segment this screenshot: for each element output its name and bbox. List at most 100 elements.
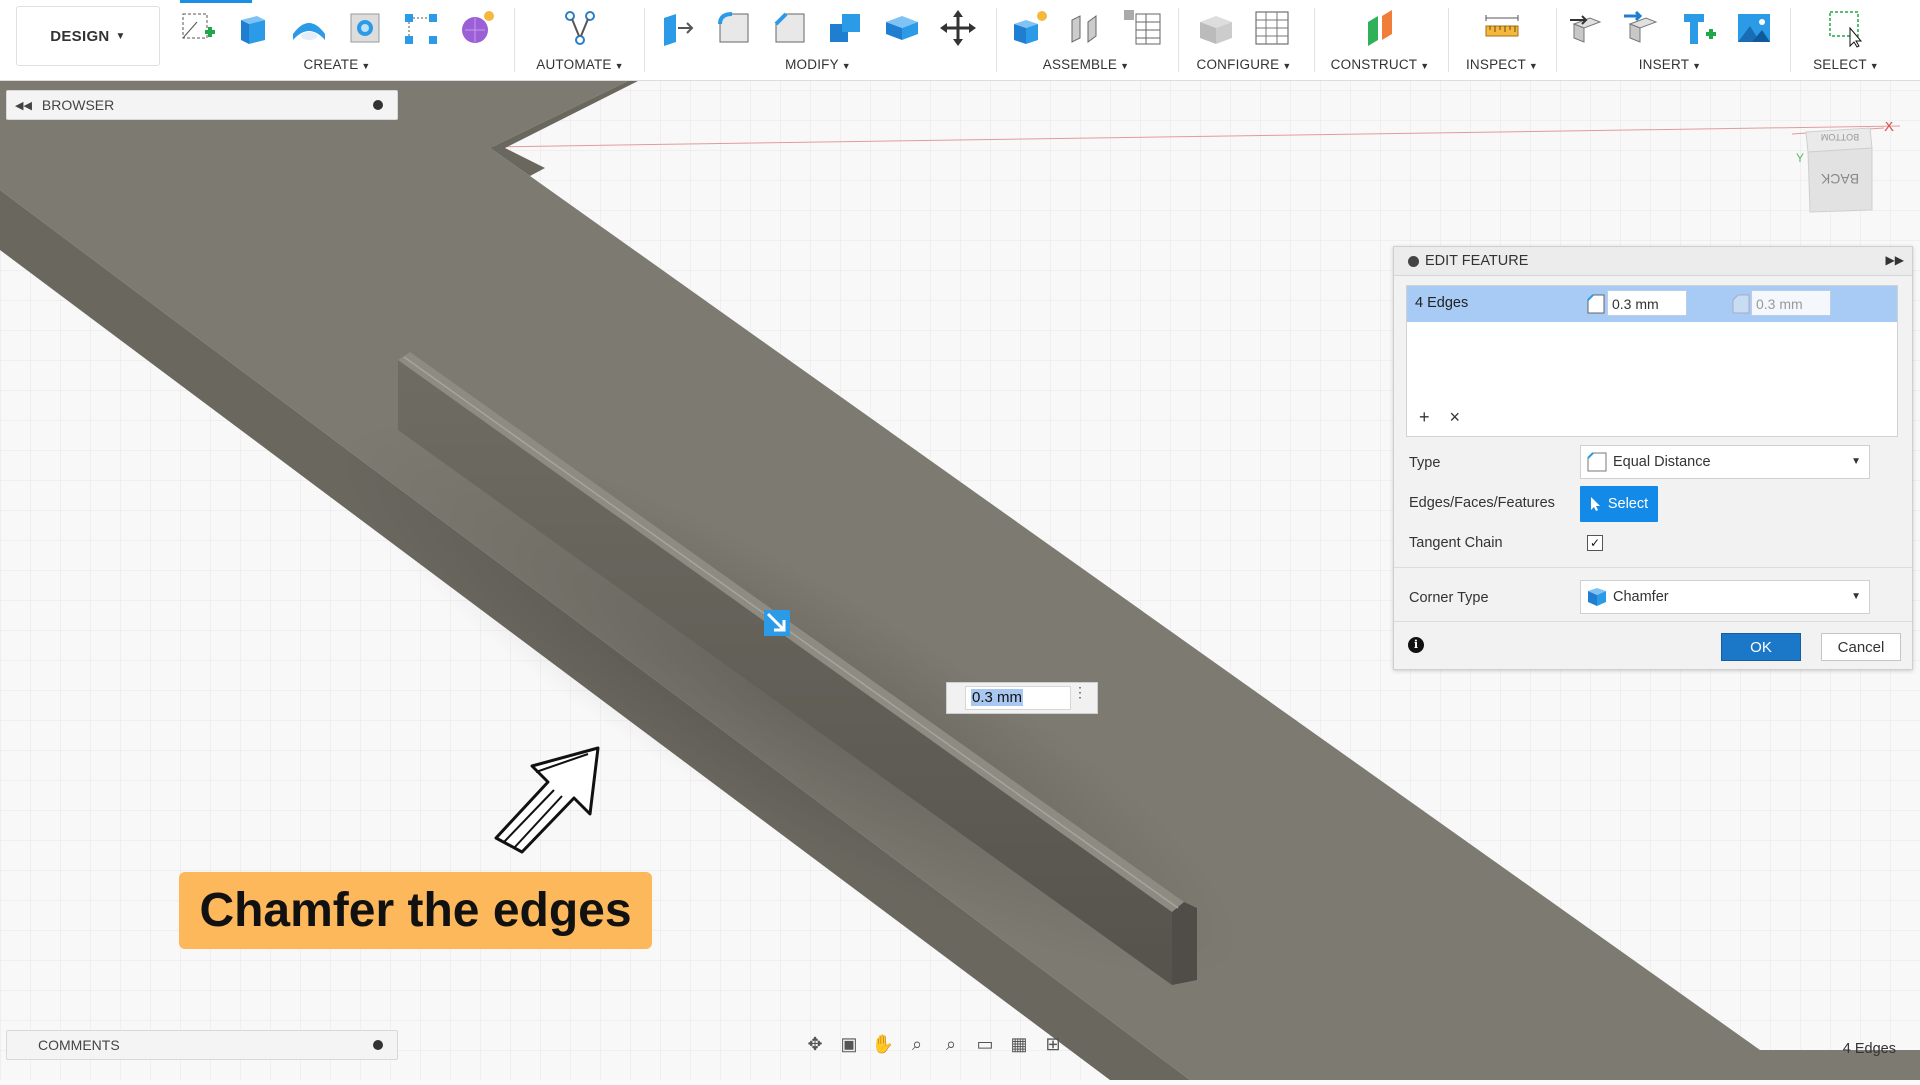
configuration-table-icon[interactable] bbox=[1251, 6, 1293, 50]
chevron-down-icon: ▼ bbox=[1851, 456, 1861, 467]
distance-one-icon bbox=[1587, 294, 1605, 314]
comments-title: COMMENTS bbox=[38, 1037, 120, 1053]
insert-menu[interactable]: INSERT ▼ bbox=[1560, 57, 1780, 72]
construct-menu[interactable]: CONSTRUCT ▼ bbox=[1320, 57, 1440, 72]
hole-icon[interactable] bbox=[344, 6, 386, 50]
viewcube-face-label: BACK bbox=[1820, 171, 1859, 187]
distance-floating-value: 0.3 mm bbox=[971, 689, 1024, 706]
insert-group: INSERT ▼ bbox=[1560, 0, 1780, 80]
corner-type-dropdown[interactable]: Chamfer ▼ bbox=[1580, 580, 1870, 614]
insert-link-icon[interactable] bbox=[1621, 6, 1663, 50]
equal-distance-icon bbox=[1587, 452, 1607, 472]
selection-status: 4 Edges bbox=[1842, 1041, 1896, 1057]
fit-icon[interactable]: ⌕ bbox=[938, 1033, 964, 1055]
display-settings-icon[interactable]: ▭ bbox=[972, 1033, 998, 1055]
joint-icon[interactable] bbox=[1065, 6, 1107, 50]
new-component-icon[interactable] bbox=[1009, 6, 1051, 50]
corner-type-value: Chamfer bbox=[1613, 589, 1669, 605]
edit-feature-dialog: EDIT FEATURE ▶▶ 4 Edges 0.3 mm 0.3 mm + … bbox=[1393, 246, 1913, 670]
chevron-down-icon: ▼ bbox=[1851, 591, 1861, 602]
view-cube[interactable]: BOTTOM BACK X Y bbox=[1791, 118, 1894, 222]
navigation-bar: ✥ ▣ ✋ ⌕ ⌕ ▭ ▦ ⊞ bbox=[802, 1030, 1118, 1058]
browser-title: BROWSER bbox=[41, 97, 115, 113]
measure-icon[interactable] bbox=[1481, 6, 1523, 50]
cursor-arrow-icon bbox=[1590, 497, 1600, 511]
workspace-switcher-button[interactable]: DESIGN ▼ bbox=[16, 6, 160, 66]
remove-selection-icon[interactable]: × bbox=[1450, 407, 1461, 428]
tangent-chain-label: Tangent Chain bbox=[1409, 535, 1503, 551]
assemble-menu[interactable]: ASSEMBLE ▼ bbox=[1000, 57, 1172, 72]
selection-row[interactable]: 4 Edges 0.3 mm 0.3 mm bbox=[1407, 286, 1897, 322]
distance-two-input: 0.3 mm bbox=[1751, 290, 1831, 316]
modify-menu[interactable]: MODIFY ▼ bbox=[650, 57, 986, 72]
form-icon[interactable] bbox=[456, 6, 498, 50]
browser-pin-icon[interactable] bbox=[373, 100, 383, 110]
select-group: SELECT ▼ bbox=[1796, 0, 1896, 80]
select-menu[interactable]: SELECT ▼ bbox=[1796, 57, 1896, 72]
browser-panel-header[interactable]: ◀◀ BROWSER bbox=[6, 90, 398, 120]
insert-mcmaster-icon[interactable] bbox=[1677, 6, 1719, 50]
automate-menu[interactable]: AUTOMATE ▼ bbox=[520, 57, 640, 72]
selection-name: 4 Edges bbox=[1415, 295, 1469, 311]
rail-end-face bbox=[1172, 902, 1197, 985]
assemble-group: ASSEMBLE ▼ bbox=[1000, 0, 1172, 80]
zoom-icon[interactable]: ⌕ bbox=[904, 1033, 930, 1055]
move-icon[interactable] bbox=[937, 6, 979, 50]
distance-floating-input[interactable]: 0.3 mm ⋮ bbox=[946, 682, 1098, 714]
chamfer-drag-arrow-icon[interactable] bbox=[764, 610, 790, 636]
type-dropdown[interactable]: Equal Distance ▼ bbox=[1580, 445, 1870, 479]
pattern-icon[interactable] bbox=[400, 6, 442, 50]
fillet-icon[interactable] bbox=[713, 6, 755, 50]
cancel-button[interactable]: Cancel bbox=[1821, 633, 1901, 661]
distance-floating-field[interactable]: 0.3 mm bbox=[965, 686, 1071, 710]
insert-canvas-icon[interactable] bbox=[1733, 6, 1775, 50]
revolve-icon[interactable] bbox=[288, 6, 330, 50]
combine-icon[interactable] bbox=[825, 6, 867, 50]
extrude-icon[interactable] bbox=[232, 6, 274, 50]
bill-of-materials-icon[interactable] bbox=[1121, 6, 1163, 50]
chamfer-icon[interactable] bbox=[769, 6, 811, 50]
selection-list[interactable]: 4 Edges 0.3 mm 0.3 mm + × bbox=[1406, 285, 1898, 437]
collapse-dialog-icon[interactable] bbox=[1408, 255, 1419, 267]
configure-menu[interactable]: CONFIGURE ▼ bbox=[1184, 57, 1304, 72]
look-at-icon[interactable]: ▣ bbox=[836, 1033, 862, 1055]
select-edges-button[interactable]: Select bbox=[1580, 486, 1658, 522]
type-value: Equal Distance bbox=[1613, 454, 1711, 470]
viewports-icon[interactable]: ⊞ bbox=[1040, 1033, 1066, 1055]
edges-label: Edges/Faces/Features bbox=[1409, 495, 1555, 511]
tangent-chain-checkbox[interactable]: ✓ bbox=[1587, 535, 1603, 551]
dialog-header[interactable]: EDIT FEATURE ▶▶ bbox=[1394, 247, 1912, 276]
collapse-left-icon[interactable]: ◀◀ bbox=[15, 99, 32, 112]
grid-settings-icon[interactable]: ▦ bbox=[1006, 1033, 1032, 1055]
insert-derive-icon[interactable] bbox=[1565, 6, 1607, 50]
instruction-callout: Chamfer the edges bbox=[179, 872, 652, 949]
shell-icon[interactable] bbox=[881, 6, 923, 50]
configure-group: CONFIGURE ▼ bbox=[1184, 0, 1304, 80]
expand-dialog-icon[interactable]: ▶▶ bbox=[1886, 253, 1904, 267]
comments-panel-header[interactable]: COMMENTS bbox=[6, 1030, 398, 1060]
modify-group: MODIFY ▼ bbox=[650, 0, 986, 80]
chamfer-corner-icon bbox=[1588, 588, 1606, 606]
create-menu[interactable]: CREATE ▼ bbox=[172, 57, 502, 72]
configure-model-icon[interactable] bbox=[1195, 6, 1237, 50]
info-icon[interactable]: i bbox=[1408, 637, 1424, 653]
comments-add-icon[interactable] bbox=[373, 1040, 383, 1050]
create-group: CREATE ▼ bbox=[172, 0, 502, 80]
create-sketch-icon[interactable] bbox=[176, 6, 218, 50]
more-options-icon[interactable]: ⋮ bbox=[1073, 685, 1087, 699]
chevron-down-icon: ▼ bbox=[115, 30, 126, 42]
orbit-icon[interactable]: ✥ bbox=[802, 1033, 828, 1055]
dialog-title: EDIT FEATURE bbox=[1425, 253, 1529, 269]
pan-icon[interactable]: ✋ bbox=[870, 1033, 896, 1055]
add-selection-icon[interactable]: + bbox=[1419, 407, 1430, 428]
automate-group: AUTOMATE ▼ bbox=[520, 0, 640, 80]
distance-one-input[interactable]: 0.3 mm bbox=[1607, 290, 1687, 316]
offset-plane-icon[interactable] bbox=[1359, 6, 1401, 50]
workspace-label: DESIGN bbox=[50, 27, 110, 45]
press-pull-icon[interactable] bbox=[657, 6, 699, 50]
main-toolbar: DESIGN ▼ CREATE ▼ AUTOMATE ▼ MODIFY ▼ AS… bbox=[0, 0, 1920, 81]
automate-icon[interactable] bbox=[559, 6, 601, 50]
inspect-menu[interactable]: INSPECT ▼ bbox=[1452, 57, 1552, 72]
window-select-icon[interactable] bbox=[1825, 6, 1867, 50]
ok-button[interactable]: OK bbox=[1721, 633, 1801, 661]
